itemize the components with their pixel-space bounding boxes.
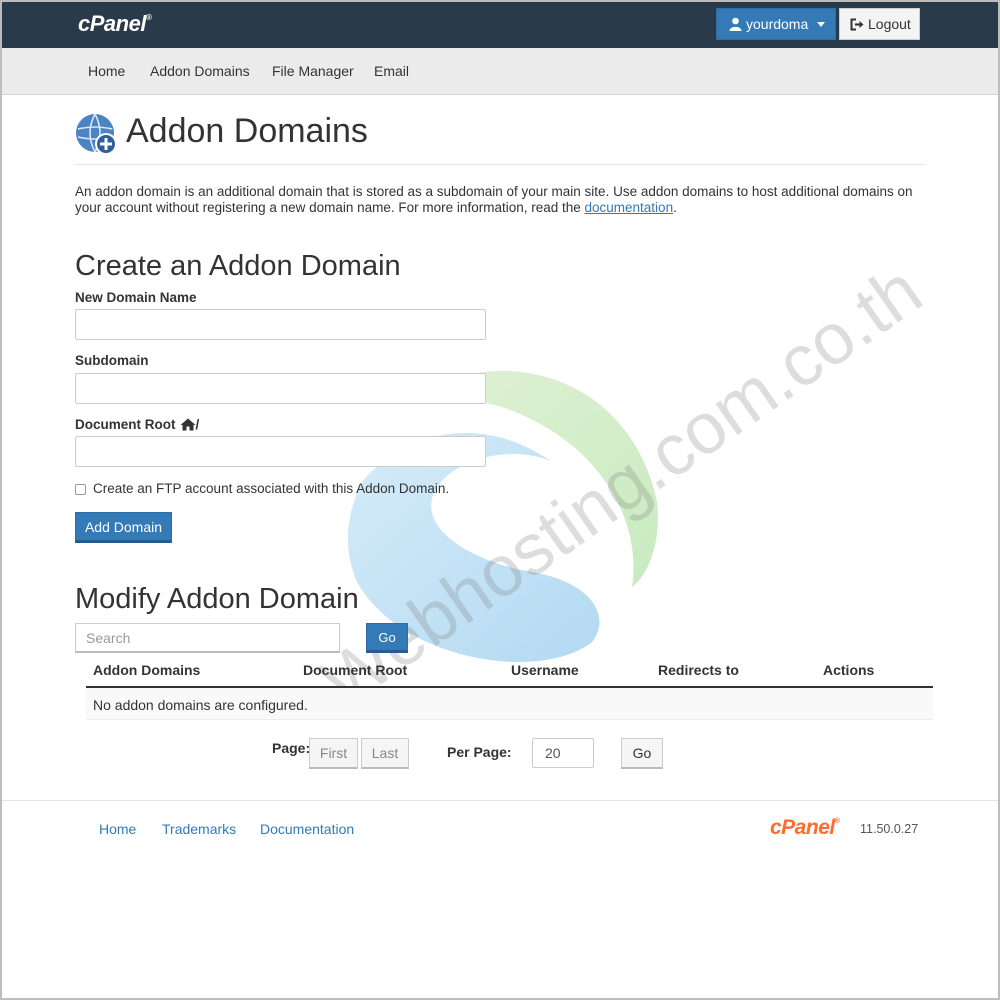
version-label: 11.50.0.27 — [860, 822, 919, 836]
browser-frame: cPanel® yourdoma Logout Home Addon Domai… — [0, 0, 1000, 1000]
sign-out-icon — [850, 18, 864, 30]
page-title: Addon Domains — [126, 112, 368, 150]
nav-email[interactable]: Email — [374, 63, 409, 79]
nav-addon-domains[interactable]: Addon Domains — [150, 63, 250, 79]
modify-heading: Modify Addon Domain — [75, 583, 359, 615]
ftp-account-label[interactable]: Create an FTP account associated with th… — [93, 481, 449, 496]
footer-trademarks-link[interactable]: Trademarks — [162, 821, 236, 837]
footer-home-link[interactable]: Home — [99, 821, 136, 837]
footer-cpanel-logo: cPanel® — [770, 816, 840, 839]
document-root-label: Document Root / — [75, 417, 200, 432]
user-menu-button[interactable]: yourdoma — [716, 8, 836, 40]
home-icon — [180, 418, 195, 431]
per-page-input[interactable] — [532, 738, 594, 768]
logout-label: Logout — [868, 16, 911, 32]
subdomain-input[interactable] — [75, 373, 486, 404]
col-addon-domains[interactable]: Addon Domains — [93, 662, 200, 678]
intro-text: An addon domain is an additional domain … — [75, 184, 913, 215]
subdomain-label: Subdomain — [75, 353, 149, 368]
cpanel-logo[interactable]: cPanel® — [78, 11, 152, 37]
table-row: No addon domains are configured. — [86, 688, 933, 720]
new-domain-label: New Domain Name — [75, 290, 197, 305]
addon-domains-icon — [76, 113, 117, 155]
nav-home[interactable]: Home — [88, 63, 125, 79]
logout-button[interactable]: Logout — [839, 8, 920, 40]
per-page-go-button[interactable]: Go — [621, 738, 663, 769]
top-bar: cPanel® yourdoma Logout — [2, 2, 998, 48]
footer-divider — [2, 800, 998, 801]
col-actions: Actions — [823, 662, 875, 678]
nav-file-manager[interactable]: File Manager — [272, 63, 354, 79]
col-username[interactable]: Username — [511, 662, 579, 678]
search-go-button[interactable]: Go — [366, 623, 408, 653]
create-heading: Create an Addon Domain — [75, 250, 401, 282]
empty-message: No addon domains are configured. — [93, 697, 308, 713]
table-header: Addon Domains Document Root Username Red… — [86, 654, 933, 688]
nav-bar: Home Addon Domains File Manager Email — [2, 48, 998, 95]
footer-documentation-link[interactable]: Documentation — [260, 821, 354, 837]
last-page-button[interactable]: Last — [361, 738, 409, 769]
add-domain-button[interactable]: Add Domain — [75, 512, 172, 543]
addon-domains-table: Addon Domains Document Root Username Red… — [86, 654, 933, 720]
new-domain-input[interactable] — [75, 309, 486, 340]
user-icon — [729, 17, 742, 31]
first-page-button[interactable]: First — [309, 738, 358, 769]
document-root-input[interactable] — [75, 436, 486, 467]
documentation-link[interactable]: documentation — [585, 200, 674, 215]
page-label: Page: — [272, 740, 311, 756]
per-page-label: Per Page: — [447, 744, 512, 760]
col-document-root[interactable]: Document Root — [303, 662, 407, 678]
caret-down-icon — [817, 21, 825, 27]
title-divider — [75, 164, 925, 165]
ftp-account-checkbox[interactable] — [75, 484, 86, 495]
search-input[interactable] — [75, 623, 340, 653]
col-redirects-to[interactable]: Redirects to — [658, 662, 739, 678]
user-name: yourdoma — [746, 16, 809, 32]
